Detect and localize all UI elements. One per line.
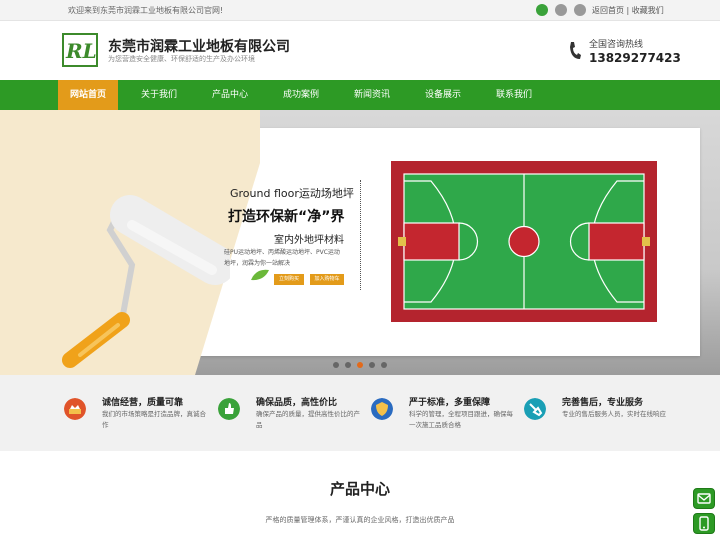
- product-center-title: 产品中心: [329, 480, 390, 498]
- shield-icon: [371, 398, 393, 420]
- feature-desc: 确保产品的质量，提供高性价比的产品: [256, 410, 360, 429]
- wechat-icon[interactable]: [574, 4, 586, 16]
- hotline-label: 全国咨询热线: [589, 40, 644, 50]
- nav-contact[interactable]: 联系我们: [484, 80, 544, 110]
- feature-item: 严于标准，多重保障 科学的管理，全程项目跟进，确保每一次施工品质合格: [371, 395, 531, 445]
- leaf-icon: [251, 269, 269, 281]
- phone-icon: [570, 42, 581, 59]
- nav-home[interactable]: 网站首页: [58, 80, 118, 110]
- feature-title: 完善售后，专业服务: [562, 398, 644, 408]
- company-slogan: 为您营造安全健康、环保舒适的生产及办公环境: [108, 55, 255, 63]
- nav-cases[interactable]: 成功案例: [271, 80, 331, 110]
- logo[interactable]: RL: [62, 33, 98, 67]
- feature-item: 诚信经营，质量可靠 我们的市场策略是打造品牌，真诚合作: [64, 395, 224, 445]
- phone-icon: [699, 516, 709, 531]
- hotline-number[interactable]: 13829277423: [589, 51, 681, 65]
- company-name: 东莞市润霖工业地板有限公司: [108, 39, 290, 55]
- feature-title: 严于标准，多重保障: [409, 398, 491, 408]
- link-separator: |: [626, 6, 630, 15]
- nav-about[interactable]: 关于我们: [129, 80, 189, 110]
- hero-title-en: Ground floor运动场地坪: [230, 187, 354, 200]
- service-icon: [524, 398, 546, 420]
- nav-news[interactable]: 新闻资讯: [342, 80, 402, 110]
- basketball-court-image: [391, 161, 657, 322]
- slider-dot-3[interactable]: [357, 362, 363, 368]
- welcome-text: 欢迎来到东莞市润霖工业地板有限公司官网!: [68, 6, 224, 15]
- slider-dot-5[interactable]: [381, 362, 387, 368]
- hero-divider: [360, 180, 361, 290]
- slider-dot-4[interactable]: [369, 362, 375, 368]
- add-to-cart-button[interactable]: 加入购物车: [310, 274, 344, 285]
- award-icon: [64, 398, 86, 420]
- hero-desc-line1: 硅PU运动地坪、丙烯酸运动地坪、PVC运动: [224, 249, 340, 256]
- thumbs-up-icon: [218, 398, 240, 420]
- top-bar: 欢迎来到东莞市润霖工业地板有限公司官网! 返回首页 | 收藏我们: [0, 0, 720, 21]
- feature-desc: 科学的管理，全程项目跟进，确保每一次施工品质合格: [409, 410, 513, 429]
- feature-item: 确保品质，高性价比 确保产品的质量，提供高性价比的产品: [218, 395, 378, 445]
- float-phone-button[interactable]: [693, 513, 715, 534]
- product-center-subtitle: 严格的质量管理体系，严谨认真的企业风格，打造出优质产品: [265, 516, 455, 524]
- slider-dot-1[interactable]: [333, 362, 339, 368]
- feature-title: 确保品质，高性价比: [256, 398, 338, 408]
- nav-equipment[interactable]: 设备展示: [413, 80, 473, 110]
- slider-dot-2[interactable]: [345, 362, 351, 368]
- hero-title-sub: 室内外地坪材料: [274, 235, 344, 246]
- top-links: 返回首页 | 收藏我们: [592, 5, 664, 16]
- main-nav: 网站首页 关于我们 产品中心 成功案例 新闻资讯 设备展示 联系我们: [0, 80, 720, 110]
- feature-desc: 专业的售后服务人员，实时在线响应: [562, 410, 666, 418]
- qq-icon[interactable]: [536, 4, 548, 16]
- hero-desc-line2: 地坪，润霖为你一站解决: [224, 260, 291, 267]
- hero-banner: Ground floor运动场地坪 打造环保新“净”界 室内外地坪材料 硅PU运…: [0, 110, 720, 375]
- nav-products[interactable]: 产品中心: [200, 80, 260, 110]
- feature-title: 诚信经营，质量可靠: [102, 398, 184, 408]
- buy-now-button[interactable]: 立刻购买: [274, 274, 304, 285]
- hero-title-main: 打造环保新“净”界: [228, 209, 345, 225]
- favorite-link[interactable]: 收藏我们: [632, 6, 664, 15]
- feature-desc: 我们的市场策略是打造品牌，真诚合作: [102, 410, 206, 429]
- message-icon: [697, 493, 711, 504]
- logo-text: RL: [65, 39, 96, 63]
- float-message-button[interactable]: [693, 488, 715, 509]
- paint-roller-image: [62, 195, 230, 368]
- feature-item: 完善售后，专业服务 专业的售后服务人员，实时在线响应: [524, 395, 684, 445]
- home-link[interactable]: 返回首页: [592, 6, 624, 15]
- features-bar: 诚信经营，质量可靠 我们的市场策略是打造品牌，真诚合作 确保品质，高性价比 确保…: [0, 375, 720, 451]
- site-header: RL 东莞市润霖工业地板有限公司 为您营造安全健康、环保舒适的生产及办公环境 全…: [0, 21, 720, 80]
- weibo-icon[interactable]: [555, 4, 567, 16]
